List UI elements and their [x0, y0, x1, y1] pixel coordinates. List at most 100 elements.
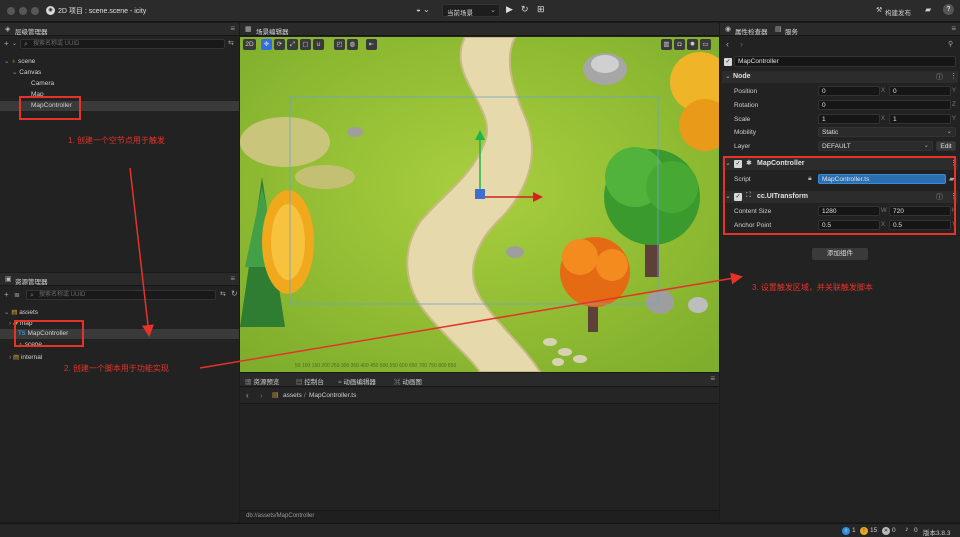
screen-icon[interactable]: ▭	[700, 39, 711, 50]
chevron-right-icon: ›	[9, 354, 12, 361]
sort-icon[interactable]: ≣	[14, 291, 20, 299]
window-minimize-button[interactable]	[19, 7, 27, 15]
bell-icon[interactable]: ♪	[905, 526, 909, 533]
chevron-down-icon: ⌄	[4, 58, 10, 65]
refresh-icon[interactable]: ↻	[231, 289, 238, 298]
mobility-select[interactable]: Static ⌄	[818, 127, 956, 137]
footer-path-bar: db://assets/MapController	[240, 510, 719, 522]
scale-row: Scale 1 X 1 Y	[734, 114, 957, 124]
tree-item-scene[interactable]: ⌄ ♁ scene	[4, 57, 35, 65]
grid-icon[interactable]: ⊞	[537, 4, 545, 15]
add-dropdown-icon[interactable]: ⌄	[12, 40, 17, 47]
publish-button[interactable]: ⚒ 构建发布	[873, 4, 917, 17]
mobility-row: Mobility Static ⌄	[722, 126, 958, 139]
collapse-all-icon[interactable]: ⇆	[220, 290, 226, 298]
position-row: Position 0 X 0 Y	[734, 86, 957, 96]
error-icon[interactable]: ✕	[882, 527, 890, 535]
tab-console[interactable]: ▤ 控制台	[296, 376, 324, 386]
magnet-icon[interactable]: ∪	[313, 39, 324, 50]
view-icon[interactable]: ▥	[661, 39, 672, 50]
layer-row: Layer DEFAULT ⌄ Edit	[722, 140, 958, 153]
image-icon: ▦	[245, 26, 252, 33]
bottom-menu-icon[interactable]: ≡	[710, 375, 715, 383]
back-arrow-icon[interactable]: ‹	[726, 39, 729, 49]
asset-item-internal[interactable]: › ▤ internal	[9, 353, 42, 361]
tab-asset-preview[interactable]: ▦ 资源预览	[245, 376, 279, 386]
breadcrumb: ‹ › ▤ assets / MapController.ts	[240, 388, 719, 404]
tab-animation-editor[interactable]: ≈ 动画编辑器	[338, 376, 376, 386]
warning-icon[interactable]: !	[860, 527, 868, 535]
scale-x-input[interactable]: 1	[818, 114, 880, 124]
scale-tool-icon[interactable]: ⤢	[287, 39, 298, 50]
assets-search-input[interactable]: ⌕ 搜索名称或 UUID	[26, 290, 216, 300]
pin-icon[interactable]: ⚲	[948, 40, 953, 48]
scene-viewport[interactable]: 2D ✥ ⟳ ⤢ ▢ ∪ ◰ ◍ ⇤ ▥ ◘ ✹ ▭ 50 100 150 20…	[240, 37, 719, 372]
node-name-input[interactable]: MapController	[734, 56, 956, 67]
mode-2d-button[interactable]: 2D	[243, 39, 256, 50]
settings-icon[interactable]: ✹	[687, 39, 698, 50]
position-x-input[interactable]: 0	[818, 86, 880, 96]
window-zoom-button[interactable]	[31, 7, 39, 15]
breadcrumb-root[interactable]: assets	[283, 392, 302, 399]
rotation-row: Rotation 0 Z	[734, 100, 956, 110]
camera-icon[interactable]: ◘	[674, 39, 685, 50]
node-active-checkbox[interactable]: ✓	[724, 58, 732, 66]
hierarchy-panel: ◈ 层级管理器 ≡ + ⌄ ⌕ 搜索名称或 UUID ⇆ ⌄ ♁ scene ⌄…	[0, 23, 239, 272]
chevron-down-icon: ⌄	[946, 128, 952, 135]
bottom-tabs: ▦ 资源预览 ▤ 控制台 ≈ 动画编辑器 ⌘ 动画图 ≡	[240, 373, 719, 387]
info-icon[interactable]: i	[842, 527, 850, 535]
layer-select[interactable]: DEFAULT ⌄	[818, 141, 933, 151]
hierarchy-menu-icon[interactable]: ≡	[230, 25, 235, 33]
help-icon[interactable]: ?	[943, 4, 954, 15]
cloud-icon: ▤	[775, 26, 782, 33]
tab-animation-graph[interactable]: ⌘ 动画图	[394, 376, 422, 386]
inspector-menu-icon[interactable]: ≡	[951, 25, 956, 33]
assets-panel: ▣ 资源管理器 ≡ + ≣ ⌕ 搜索名称或 UUID ⇆ ↻ ⌄ ▤ asset…	[0, 273, 239, 522]
scene-select[interactable]: 当前场景 ⌄	[442, 4, 500, 17]
assets-menu-icon[interactable]: ≡	[230, 275, 235, 283]
node-section-header[interactable]: ⌄ Node ⓘ ⋮	[722, 71, 958, 83]
back-arrow-icon[interactable]: ‹	[246, 391, 249, 400]
refresh-icon[interactable]: ↻	[521, 4, 529, 15]
tab-inspector[interactable]: 属性检查器	[735, 26, 768, 36]
folder-icon[interactable]: ▰	[925, 5, 931, 14]
scene-map-art	[240, 37, 719, 372]
play-icon[interactable]: ▶	[506, 4, 513, 15]
collapse-all-icon[interactable]: ⇆	[228, 39, 234, 47]
tree-item-canvas[interactable]: ⌄ Canvas	[12, 68, 41, 76]
hierarchy-title: 层级管理器	[15, 29, 48, 36]
layers-icon: ◈	[5, 26, 11, 33]
help-icon[interactable]: ⓘ	[936, 72, 943, 82]
add-asset-icon[interactable]: +	[4, 290, 9, 299]
notice-count: 0	[914, 527, 918, 534]
tab-service[interactable]: 服务	[785, 26, 798, 36]
rotation-z-input[interactable]: 0	[818, 100, 951, 110]
add-node-icon[interactable]: +	[4, 39, 9, 48]
more-icon[interactable]: ⋮	[950, 72, 957, 80]
position-y-input[interactable]: 0	[889, 86, 951, 96]
move-tool-icon[interactable]: ✥	[261, 39, 272, 50]
cocos-logo-icon: ◉	[46, 6, 55, 15]
hierarchy-search-input[interactable]: ⌕ 搜索名称或 UUID	[20, 39, 225, 49]
title-bar: ◉ 2D 项目 : scene.scene - icity ◒ ⌄ 当前场景 ⌄…	[0, 0, 960, 22]
world-space-icon[interactable]: ◍	[347, 39, 358, 50]
rect-tool-icon[interactable]: ▢	[300, 39, 311, 50]
search-icon: ⌕	[30, 292, 34, 299]
inspector-header: ◉ 属性检查器 ▤ 服务 ≡	[720, 23, 960, 36]
breadcrumb-leaf[interactable]: MapController.ts	[309, 392, 356, 399]
align-icon[interactable]: ⇤	[366, 39, 377, 50]
window-close-button[interactable]	[7, 7, 15, 15]
box-icon: ▣	[5, 276, 12, 283]
platform-icon[interactable]: ◒ ⌄	[416, 5, 430, 14]
add-component-button[interactable]: 添加组件	[812, 248, 868, 260]
forward-arrow-icon[interactable]: ›	[260, 391, 263, 400]
forward-arrow-icon[interactable]: ›	[740, 39, 743, 49]
annotation-box-asset	[14, 320, 84, 347]
chevron-down-icon: ⌄	[12, 69, 18, 76]
pivot-icon[interactable]: ◰	[334, 39, 345, 50]
scale-y-input[interactable]: 1	[889, 114, 951, 124]
rotate-tool-icon[interactable]: ⟳	[274, 39, 285, 50]
tree-item-camera[interactable]: Camera	[31, 80, 54, 87]
asset-item-assets[interactable]: ⌄ ▤ assets	[4, 308, 38, 316]
layer-edit-button[interactable]: Edit	[936, 141, 956, 151]
